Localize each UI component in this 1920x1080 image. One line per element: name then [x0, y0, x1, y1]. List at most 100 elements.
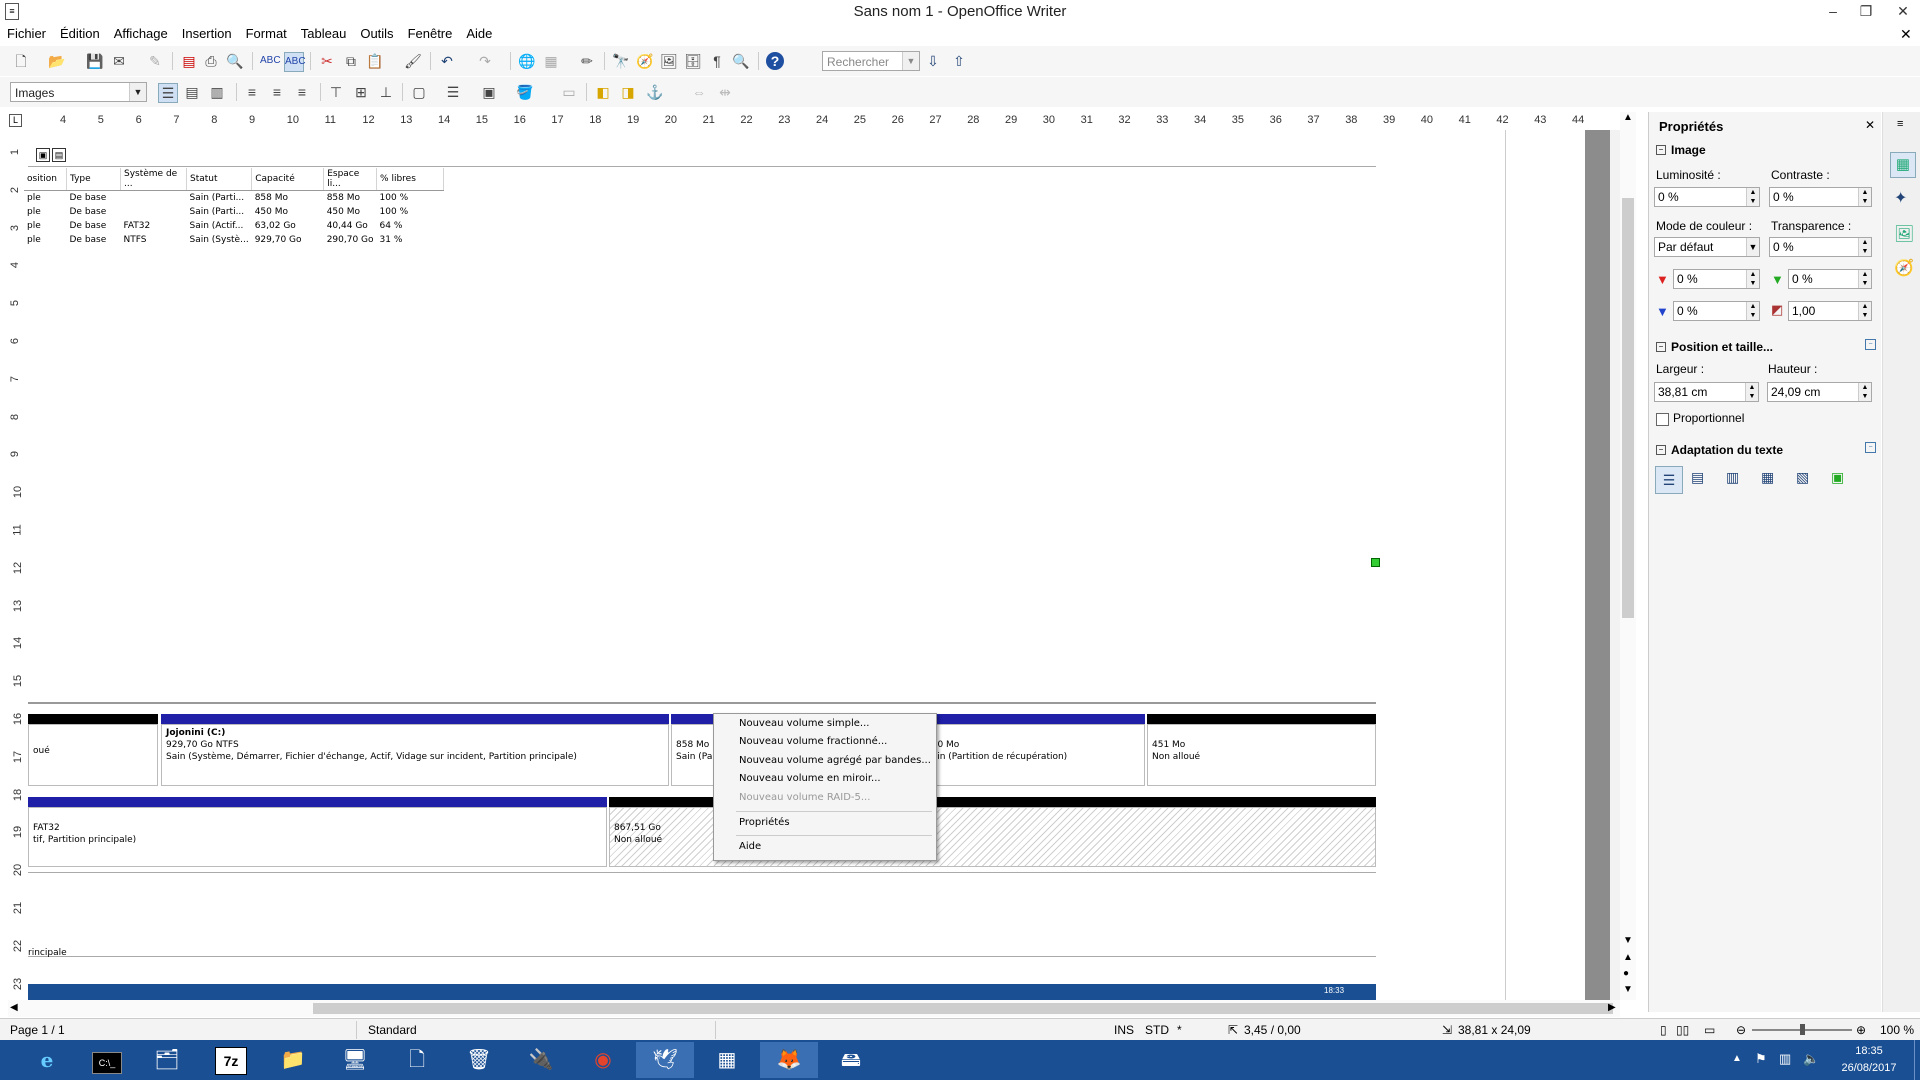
close-icon[interactable]: ✕ [1888, 0, 1918, 22]
blue-field[interactable]: 0 % ▲ ▼ [1673, 301, 1760, 321]
zoom-level[interactable]: 100 % [1880, 1023, 1914, 1037]
tray-network-icon[interactable]: ▥ [1779, 1051, 1791, 1067]
partition-fat32[interactable]: FAT32 tif, Partition principale) [28, 807, 607, 867]
hauteur-field[interactable]: 24,09 cm ▲ ▼ [1767, 382, 1872, 402]
spinner-icon[interactable]: ▲ ▼ [1746, 270, 1759, 288]
hyperlink-icon[interactable]: 🌐 [518, 52, 536, 70]
align-center-icon[interactable]: ≡ [268, 83, 286, 101]
col-disposition[interactable]: osition [24, 168, 67, 191]
horizontal-scrollbar[interactable]: ◀ ▶ [8, 1000, 1620, 1017]
scroll-down-icon[interactable]: ▼ [1623, 935, 1633, 946]
menu-outils[interactable]: Outils [353, 23, 400, 45]
cmd-icon[interactable]: C:\_ [78, 1042, 136, 1078]
align-right-icon[interactable]: ≡ [293, 83, 311, 101]
border-color-icon[interactable]: ▣ [480, 83, 498, 101]
vertical-ruler[interactable]: 1 2 3 4 5 6 7 8 9 10 11 12 13 14 15 16 17 18 19 20 21 22 23 [8, 130, 29, 1000]
previous-page-icon[interactable]: ▲ [1623, 952, 1633, 963]
data-sources-icon[interactable]: 🗄 [684, 52, 702, 70]
menu-tableau[interactable]: Tableau [294, 23, 354, 45]
tab-stop-icon[interactable]: L [9, 114, 22, 127]
view-book-icon[interactable]: ▭ [1704, 1023, 1715, 1037]
insert-mode[interactable]: INS [1114, 1023, 1134, 1037]
sidebar-menu-icon[interactable]: ≡ [1897, 118, 1903, 130]
pdf-export-icon[interactable]: ▤ [180, 52, 198, 70]
col-free[interactable]: Espace li... [323, 168, 378, 191]
partition-jojonini[interactable]: Jojonini (C:) 929,70 Go NTFS Sain (Systè… [161, 724, 669, 786]
partition-450[interactable]: 450 Mo Sain (Partition de récupération) [921, 724, 1145, 786]
redo-icon[interactable]: ↷ [476, 52, 494, 70]
scroll-thumb[interactable] [1622, 198, 1634, 618]
menu-fichier[interactable]: Fichier [0, 23, 53, 45]
view-single-icon[interactable]: ▯ [1660, 1023, 1667, 1037]
zoom-slider-thumb[interactable] [1800, 1024, 1805, 1035]
col-status[interactable]: Statut [186, 168, 253, 191]
align-middle-icon[interactable]: ⊞ [352, 83, 370, 101]
gamma-field[interactable]: 1,00 ▲ ▼ [1788, 301, 1872, 321]
chrome-icon[interactable]: ◉ [574, 1042, 632, 1078]
spinner-icon[interactable]: ▲ ▼ [1858, 383, 1871, 401]
menu-new-spanned-volume[interactable]: Nouveau volume fractionné... [739, 736, 887, 747]
tray-up-icon[interactable]: ▲ [1732, 1053, 1742, 1064]
col-type[interactable]: Type [66, 168, 121, 191]
background-color-icon[interactable]: 🪣 [516, 83, 534, 101]
document-page[interactable]: ▣ ▤ osition Type Système de ... Statut C… [24, 130, 1585, 1000]
show-desktop-button[interactable] [1914, 1040, 1920, 1080]
partition-unknown[interactable]: oué [28, 724, 158, 786]
spinner-icon[interactable]: ▲ ▼ [1858, 270, 1871, 288]
tray-volume-icon[interactable]: 🔈 [1803, 1051, 1819, 1067]
transparence-field[interactable]: 0 % ▲ ▼ [1769, 237, 1872, 257]
scroll-up-icon[interactable]: ▲ [1623, 112, 1633, 123]
menu-edition[interactable]: Édition [53, 23, 107, 45]
notepad-icon[interactable]: 🗋 [388, 1042, 446, 1078]
send-back-icon[interactable]: ◨ [619, 83, 637, 101]
help-icon[interactable]: ? [766, 52, 784, 70]
page-indicator[interactable]: Page 1 / 1 [10, 1023, 65, 1037]
wrap-through-icon[interactable]: ▣ [1831, 469, 1844, 486]
openoffice-task-icon[interactable]: 🕊 [636, 1042, 694, 1078]
proportionnel-checkbox[interactable] [1656, 413, 1669, 426]
scroll-right-icon[interactable]: ▶ [1608, 1002, 1616, 1013]
collapse-icon[interactable]: − [1656, 145, 1666, 155]
tray-flag-icon[interactable]: ⚑ [1755, 1051, 1767, 1067]
clone-format-icon[interactable]: 🖌 [404, 52, 422, 70]
menu-aide[interactable]: Aide [459, 23, 499, 45]
open-icon[interactable]: 📂 [48, 52, 66, 70]
file-explorer-icon[interactable]: 📁 [264, 1042, 322, 1078]
zoom-icon[interactable]: 🔍 [732, 52, 750, 70]
unlink-frames-icon[interactable]: ⇹ [716, 83, 734, 101]
scroll-thumb[interactable] [313, 1003, 1613, 1014]
recycle-tool-icon[interactable]: 🗑 [450, 1042, 508, 1078]
line-style-icon[interactable]: ☰ [444, 83, 462, 101]
frame-props-icon[interactable]: ▭ [560, 83, 578, 101]
usb-tool-icon[interactable]: 🔌 [512, 1042, 570, 1078]
spinner-icon[interactable]: ▲ ▼ [1746, 188, 1759, 206]
horizontal-ruler[interactable]: L 4 5 6 7 8 9 10 11 12 13 14 15 16 17 18 19 20 21 22 23 24 25… [8, 112, 1584, 131]
spinner-icon[interactable]: ▲ ▼ [1746, 302, 1759, 320]
embedded-image[interactable]: ▣ ▤ osition Type Système de ... Statut C… [24, 144, 1376, 1000]
close-document-icon[interactable]: ✕ [1900, 26, 1912, 43]
menu-properties[interactable]: Propriétés [739, 817, 790, 828]
collapse-icon[interactable]: − [1656, 342, 1666, 352]
styles-tab-icon[interactable]: ✦ [1894, 188, 1907, 208]
email-icon[interactable]: ✉ [110, 52, 128, 70]
cut-icon[interactable]: ✂ [318, 52, 336, 70]
restore-icon[interactable]: ❐ [1851, 0, 1881, 22]
firefox-icon[interactable]: 🦊 [760, 1042, 818, 1078]
menu-new-striped-volume[interactable]: Nouveau volume agrégé par bandes... [739, 755, 931, 766]
col-filesystem[interactable]: Système de ... [120, 168, 187, 191]
align-left-icon[interactable]: ≡ [243, 83, 261, 101]
chevron-down-icon[interactable]: ▼ [902, 52, 919, 70]
zoom-slider[interactable] [1752, 1024, 1852, 1035]
find-next-icon[interactable]: ⇩ [924, 52, 942, 70]
find-replace-icon[interactable]: 🔭 [612, 52, 630, 70]
undo-icon[interactable]: ↶ [438, 52, 456, 70]
show-draw-icon[interactable]: ✏ [578, 52, 596, 70]
luminosite-field[interactable]: 0 % ▲ ▼ [1654, 187, 1760, 207]
spinner-icon[interactable]: ▲ ▼ [1858, 188, 1871, 206]
link-frames-icon[interactable]: ⇔ [690, 83, 708, 101]
view-multi-icon[interactable]: ▯▯ [1676, 1023, 1689, 1037]
contraste-field[interactable]: 0 % ▲ ▼ [1769, 187, 1872, 207]
menu-format[interactable]: Format [239, 23, 294, 45]
menu-fenetre[interactable]: Fenêtre [401, 23, 460, 45]
gallery-tab-icon[interactable]: 🖼 [1894, 224, 1914, 244]
